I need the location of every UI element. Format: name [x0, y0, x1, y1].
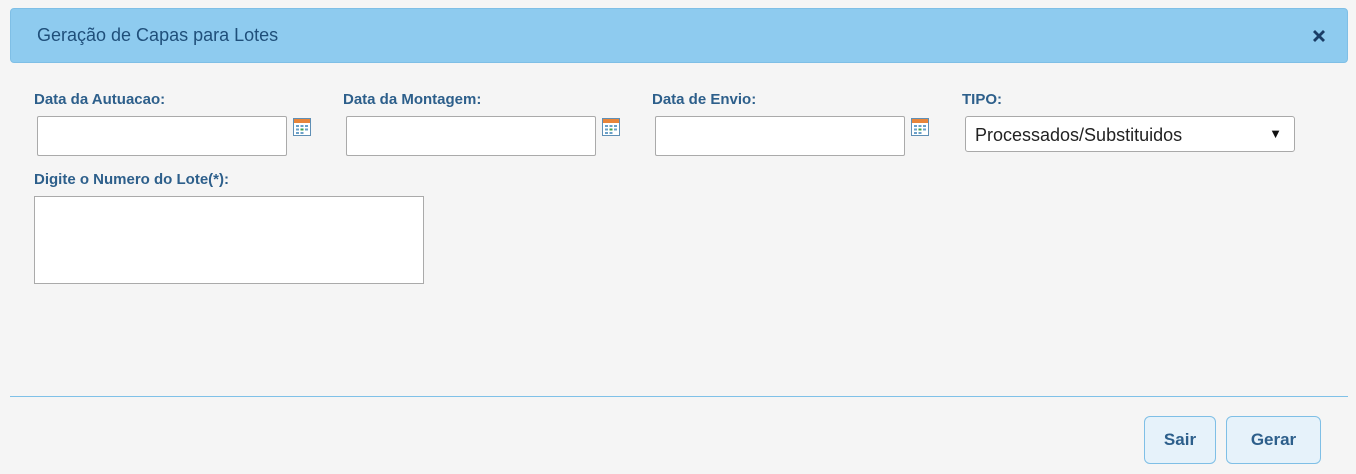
numero-lote-textarea[interactable] — [34, 196, 424, 284]
footer-divider — [10, 396, 1348, 397]
numero-lote-label: Digite o Numero do Lote(*): — [34, 171, 229, 188]
data-autuacao-label: Data da Autuacao: — [34, 91, 166, 108]
dialog-title-bar: Geração de Capas para Lotes — [10, 8, 1348, 63]
tipo-selected-value: Processados/Substituidos — [975, 125, 1183, 145]
data-montagem-label: Data da Montagem: — [343, 91, 482, 108]
tipo-select[interactable]: Processados/Substituidos ▼ — [965, 116, 1295, 152]
close-icon[interactable] — [1309, 26, 1329, 46]
data-autuacao-input[interactable] — [37, 116, 287, 156]
data-montagem-input[interactable] — [346, 116, 596, 156]
sair-button[interactable]: Sair — [1144, 416, 1216, 464]
data-envio-label: Data de Envio: — [652, 91, 757, 108]
calendar-icon[interactable] — [602, 118, 620, 136]
gerar-button[interactable]: Gerar — [1226, 416, 1321, 464]
triangle-down-icon: ▼ — [1269, 126, 1282, 141]
dialog: Geração de Capas para Lotes Data da Autu… — [0, 0, 1356, 474]
calendar-icon[interactable] — [911, 118, 929, 136]
data-envio-input[interactable] — [655, 116, 905, 156]
calendar-icon[interactable] — [293, 118, 311, 136]
dialog-title: Geração de Capas para Lotes — [37, 25, 279, 45]
tipo-label: TIPO: — [962, 91, 1002, 108]
